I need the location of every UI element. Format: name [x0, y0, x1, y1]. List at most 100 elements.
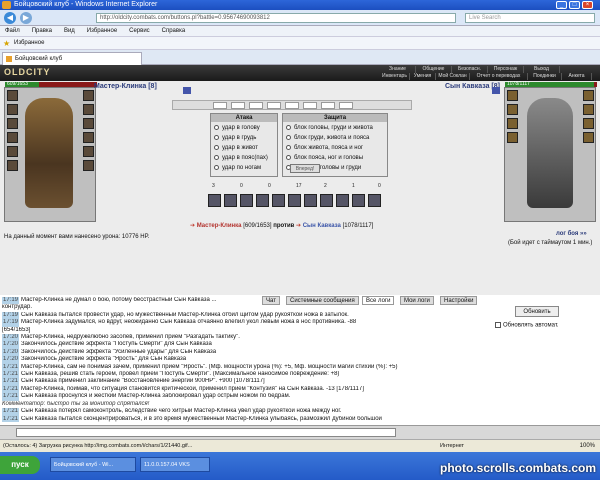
- ability-icon[interactable]: [240, 194, 253, 207]
- toolbar-slot[interactable]: [303, 102, 317, 109]
- minimize-button[interactable]: _: [556, 1, 567, 9]
- chat-timestamp[interactable]: 17:21: [2, 408, 20, 416]
- menu-view[interactable]: Вид: [59, 26, 80, 37]
- boots-slot[interactable]: [83, 160, 94, 171]
- attack-legs-option[interactable]: удар по ногам: [214, 164, 261, 172]
- fighter1-info-icon[interactable]: [183, 87, 191, 94]
- menu-skills[interactable]: Умения: [410, 73, 436, 80]
- opp-weapon-slot[interactable]: [507, 132, 518, 143]
- chat-timestamp[interactable]: 17:20: [2, 334, 20, 342]
- ability-icon[interactable]: [304, 194, 317, 207]
- close-window-button[interactable]: ×: [582, 1, 593, 9]
- ability-icon[interactable]: [320, 194, 333, 207]
- taskbar-app-button[interactable]: 11.0.0.157.04 VKS: [140, 457, 210, 472]
- menu-profile[interactable]: Анкета: [562, 73, 592, 80]
- menu-file[interactable]: Файл: [0, 26, 25, 37]
- menu-knowledge[interactable]: Знание: [380, 66, 416, 73]
- maximize-button[interactable]: □: [569, 1, 580, 9]
- tab-chat[interactable]: Чат: [262, 296, 280, 305]
- fighter1-name[interactable]: Мастер-Клинка [8]: [94, 83, 157, 90]
- chat-timestamp[interactable]: 17:21: [2, 378, 20, 386]
- glove-slot[interactable]: [83, 104, 94, 115]
- legs-slot[interactable]: [83, 146, 94, 157]
- refresh-button[interactable]: Обновить: [515, 306, 559, 317]
- toolbar-slot[interactable]: [231, 102, 245, 109]
- menu-tools[interactable]: Сервис: [124, 26, 155, 37]
- menu-help[interactable]: Справка: [157, 26, 191, 37]
- menu-communication[interactable]: Общение: [416, 66, 452, 73]
- weapon-slot[interactable]: [7, 132, 18, 143]
- vs-left-name[interactable]: Мастер-Клинка: [197, 223, 242, 229]
- attack-groin-option[interactable]: удар в пояс(пах): [214, 154, 268, 162]
- menu-favorites[interactable]: Избранное: [82, 26, 122, 37]
- opp-amulet-slot[interactable]: [507, 118, 518, 129]
- forward-attack-button[interactable]: Вперед!: [290, 164, 320, 173]
- chat-timestamp[interactable]: 17:21: [2, 371, 20, 379]
- start-button[interactable]: пуск: [0, 456, 40, 474]
- tab-settings[interactable]: Настройки: [440, 296, 478, 305]
- earring-slot[interactable]: [7, 104, 18, 115]
- chat-log[interactable]: 17:19 Мастер-Клинка не думал о бою, потом…: [2, 297, 490, 422]
- helmet-slot[interactable]: [7, 90, 18, 101]
- taskbar-ie-button[interactable]: Бойцовский клуб - Wi...: [50, 457, 136, 472]
- tab-my-logs[interactable]: Мои логи: [400, 296, 434, 305]
- back-button[interactable]: ◀: [4, 12, 16, 24]
- menu-edit[interactable]: Правка: [27, 26, 57, 37]
- menu-inventory[interactable]: Инвентарь: [380, 73, 410, 80]
- amulet-slot[interactable]: [7, 118, 18, 129]
- tab-all-logs[interactable]: Все логи: [362, 296, 395, 305]
- tab-system[interactable]: Системные сообщения: [286, 296, 359, 305]
- block-option-1[interactable]: блок головы, груди и живота: [286, 124, 373, 132]
- bracer-slot[interactable]: [83, 90, 94, 101]
- chat-timestamp[interactable]: 17:21: [2, 415, 20, 422]
- live-search-input[interactable]: Live Search: [465, 13, 595, 23]
- menu-clan[interactable]: Мой Соклан: [436, 73, 470, 80]
- armor-slot[interactable]: [7, 146, 18, 157]
- toolbar-slot[interactable]: [285, 102, 299, 109]
- chat-input[interactable]: [16, 428, 396, 437]
- ability-icon[interactable]: [272, 194, 285, 207]
- chat-timestamp[interactable]: 17:21: [2, 363, 20, 372]
- chat-timestamp[interactable]: 17:21: [2, 393, 20, 401]
- fighter2-name[interactable]: Сын Кавказа [8]: [390, 83, 500, 90]
- menu-character[interactable]: Персонаж: [488, 66, 524, 73]
- opp-helmet-slot[interactable]: [507, 90, 518, 101]
- opp-bracer-slot[interactable]: [583, 90, 594, 101]
- battle-log-link[interactable]: лог боя »»: [556, 231, 587, 237]
- toolbar-slot[interactable]: [339, 102, 353, 109]
- attack-head-option[interactable]: удар в голову: [214, 124, 260, 132]
- attack-chest-option[interactable]: удар в грудь: [214, 134, 256, 142]
- ability-icon[interactable]: [368, 194, 381, 207]
- tab-combats[interactable]: Бойцовский клуб: [2, 52, 142, 65]
- block-option-4[interactable]: блок пояса, ног и головы: [286, 154, 363, 162]
- ability-icon[interactable]: [336, 194, 349, 207]
- star-icon[interactable]: ★: [3, 39, 10, 48]
- forward-button[interactable]: ▶: [20, 12, 32, 24]
- menu-transfers[interactable]: Отчет о переводах: [470, 73, 528, 80]
- vs-right-name[interactable]: Сын Кавказа: [303, 223, 341, 229]
- menu-exit[interactable]: Выход: [524, 66, 560, 73]
- block-option-2[interactable]: блок груди, живота и пояса: [286, 134, 369, 142]
- opp-glove-slot[interactable]: [583, 104, 594, 115]
- url-input[interactable]: http://oldcity.combats.com/buttons.pl?ba…: [96, 13, 456, 23]
- favorites-label[interactable]: Избранное: [14, 40, 44, 46]
- ability-icon[interactable]: [256, 194, 269, 207]
- ability-icon[interactable]: [352, 194, 365, 207]
- toolbar-slot[interactable]: [321, 102, 335, 109]
- shield-slot[interactable]: [83, 118, 94, 129]
- ability-icon[interactable]: [224, 194, 237, 207]
- fighter2-info-icon[interactable]: [492, 87, 500, 94]
- attack-belly-option[interactable]: удар в живот: [214, 144, 258, 152]
- ability-icon[interactable]: [288, 194, 301, 207]
- menu-fights[interactable]: Поединки: [528, 73, 562, 80]
- chat-timestamp[interactable]: 17:19: [2, 319, 20, 327]
- opp-shield-slot[interactable]: [583, 118, 594, 129]
- ability-icon[interactable]: [208, 194, 221, 207]
- opp-ring-slot[interactable]: [583, 132, 594, 143]
- belt-slot[interactable]: [7, 160, 18, 171]
- opp-earring-slot[interactable]: [507, 104, 518, 115]
- toolbar-slot[interactable]: [249, 102, 263, 109]
- chat-timestamp[interactable]: 17:19: [2, 297, 20, 305]
- ring-slot[interactable]: [83, 132, 94, 143]
- toolbar-slot[interactable]: [267, 102, 281, 109]
